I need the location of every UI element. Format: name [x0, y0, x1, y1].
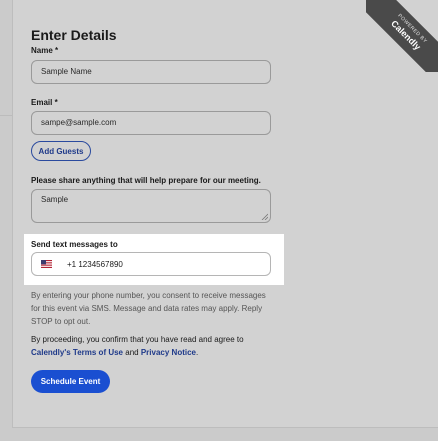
- page-title: Enter Details: [31, 27, 117, 43]
- left-panel-divider: [0, 115, 12, 116]
- notes-textarea[interactable]: Sample: [31, 189, 271, 223]
- sms-highlight-section: Send text messages to +1 1234567890: [24, 234, 284, 285]
- terms-prefix: By proceeding, you confirm that you have…: [31, 335, 244, 344]
- terms-and-text: and: [125, 348, 139, 357]
- terms-agreement-text: By proceeding, you confirm that you have…: [31, 333, 276, 359]
- terms-suffix: .: [195, 348, 199, 357]
- add-guests-button[interactable]: Add Guests: [31, 141, 91, 161]
- privacy-notice-link[interactable]: Privacy Notice: [141, 348, 196, 357]
- email-label: Email *: [31, 98, 58, 107]
- schedule-event-button[interactable]: Schedule Event: [31, 370, 110, 393]
- us-flag-icon[interactable]: [41, 260, 52, 268]
- name-input-value: Sample Name: [41, 67, 92, 76]
- email-input-value: sampe@sample.com: [41, 118, 117, 127]
- sms-label: Send text messages to: [31, 240, 118, 249]
- notes-label: Please share anything that will help pre…: [31, 176, 261, 185]
- phone-number-input[interactable]: +1 1234567890: [31, 252, 271, 276]
- powered-by-badge[interactable]: POWERED BY Calendly: [366, 0, 438, 72]
- name-label: Name *: [31, 46, 59, 55]
- phone-number-value: +1 1234567890: [67, 259, 123, 269]
- resize-grip-icon[interactable]: [261, 213, 268, 220]
- notes-textarea-value: Sample: [41, 195, 69, 204]
- sms-consent-text: By entering your phone number, you conse…: [31, 291, 266, 326]
- terms-of-use-link[interactable]: Calendly's Terms of Use: [31, 348, 123, 357]
- calendly-brand-text: Calendly: [389, 18, 423, 52]
- email-input[interactable]: sampe@sample.com: [31, 111, 271, 135]
- name-input[interactable]: Sample Name: [31, 60, 271, 84]
